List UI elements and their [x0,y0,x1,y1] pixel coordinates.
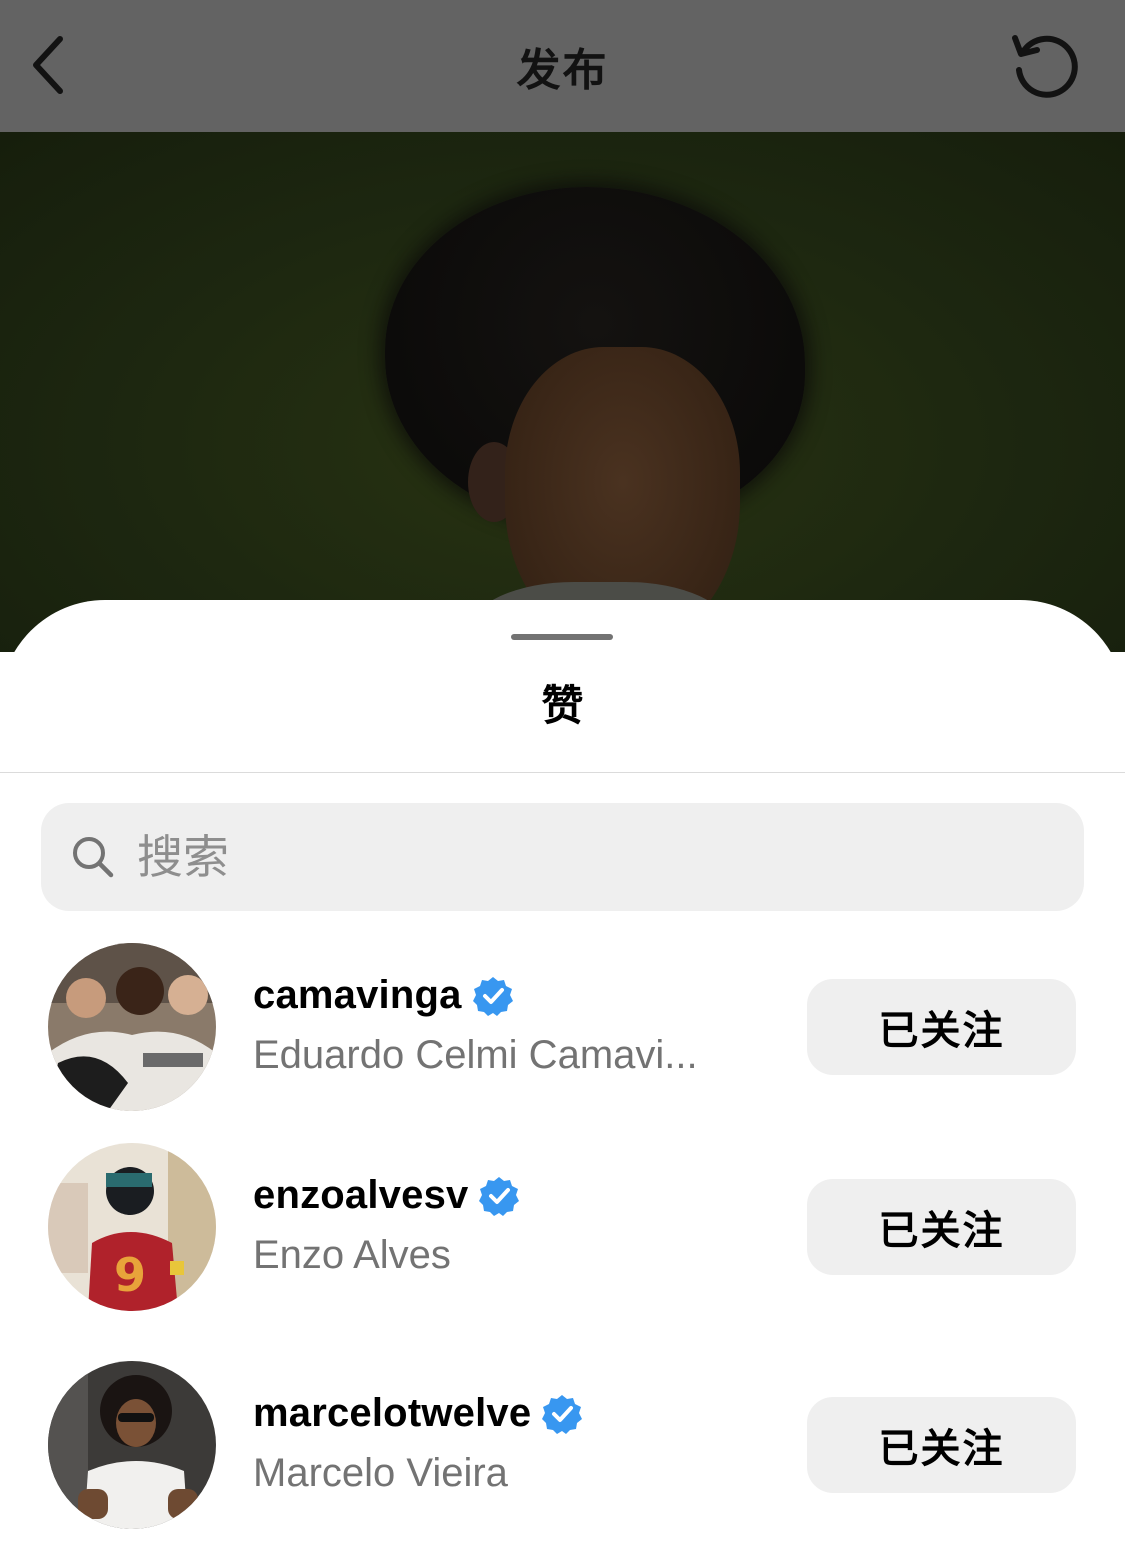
full-name: Marcelo Vieira [253,1451,508,1495]
following-button[interactable]: 已关注 [807,1397,1076,1493]
avatar-image [48,943,216,1111]
top-nav-bar: 发布 [0,0,1125,132]
search-icon [73,837,114,878]
verified-badge-icon [479,1176,520,1216]
username-line: enzoalvesv [253,1173,520,1218]
search-input[interactable] [137,803,1037,911]
following-button[interactable]: 已关注 [807,1179,1076,1275]
avatar-image: 9 [48,1143,216,1311]
search-bar[interactable] [41,803,1084,911]
refresh-button[interactable] [1005,28,1085,104]
post-photo [0,132,1125,652]
likes-sheet: 赞 camavinga [0,600,1125,1560]
avatar[interactable]: 9 [48,1143,216,1311]
following-button[interactable]: 已关注 [807,979,1076,1075]
full-name: Enzo Alves [253,1233,451,1277]
username[interactable]: enzoalvesv [253,1173,468,1218]
list-item[interactable]: marcelotwelve Marcelo Vieira 已关注 [0,1361,1125,1531]
username[interactable]: marcelotwelve [253,1391,531,1436]
username[interactable]: camavinga [253,973,462,1018]
svg-text:9: 9 [114,1248,146,1302]
list-item[interactable]: camavinga Eduardo Celmi Camavi... 已关注 [0,943,1125,1113]
username-line: camavinga [253,973,514,1018]
username-line: marcelotwelve [253,1391,583,1436]
verified-badge-icon [542,1394,583,1434]
divider [0,772,1125,773]
verified-badge-icon [472,976,513,1016]
sheet-grabber[interactable] [511,634,613,640]
list-item[interactable]: 9 enzoalvesv Enzo Alves 已关注 [0,1143,1125,1313]
page-title: 发布 [516,46,609,95]
sheet-title: 赞 [541,682,584,729]
full-name: Eduardo Celmi Camavi... [253,1033,698,1077]
refresh-icon [1012,35,1078,98]
avatar[interactable] [48,943,216,1111]
avatar[interactable] [48,1361,216,1529]
avatar-image [48,1361,216,1529]
